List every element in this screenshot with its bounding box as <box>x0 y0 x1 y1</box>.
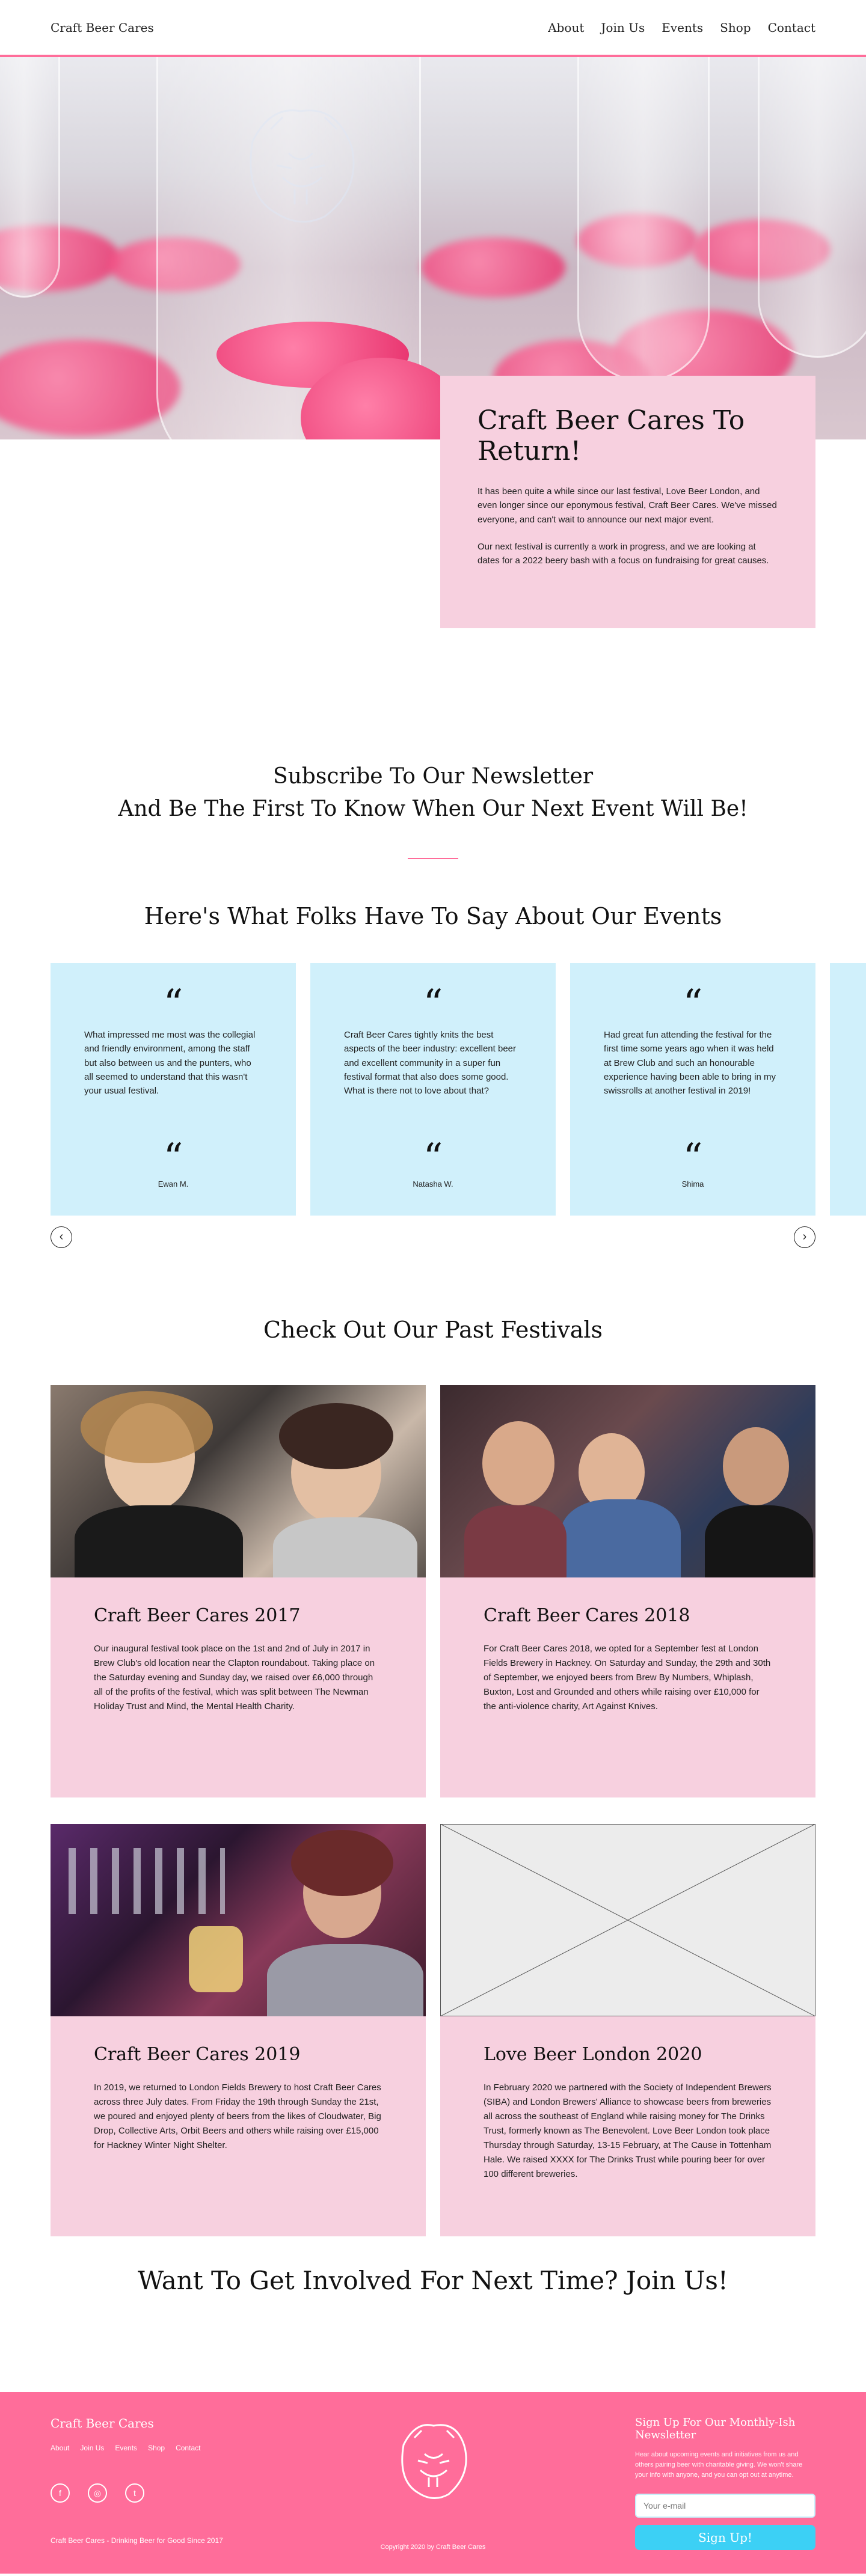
testimonial-text: Had great fun attending the festival for… <box>604 1030 776 1096</box>
testimonial-author: Natasha W. <box>413 1179 453 1189</box>
footer-newsletter-text: Hear about upcoming events and initiativ… <box>635 2451 803 2479</box>
quote-open-icon: “ <box>423 982 443 1026</box>
nav-join-us[interactable]: Join Us <box>601 20 645 35</box>
festival-title: Craft Beer Cares 2019 <box>94 2044 301 2065</box>
festival-title: Craft Beer Cares 2017 <box>94 1605 301 1626</box>
footer-nav-about[interactable]: About <box>51 2444 69 2452</box>
festival-photo <box>51 1824 426 2016</box>
quote-close-icon: “ <box>423 1136 443 1180</box>
testimonial-author: Ewan M. <box>158 1179 189 1189</box>
footer-newsletter-title: Sign Up For Our Monthly-Ish Newsletter <box>635 2416 796 2441</box>
divider <box>408 858 458 859</box>
newsletter-section: Subscribe To Our Newsletter And Be The F… <box>0 685 866 902</box>
footer-nav-events[interactable]: Events <box>115 2444 137 2452</box>
quote-open-icon: “ <box>163 982 183 1026</box>
testimonial-card: “ Craft Beer Cares tightly knits the bes… <box>310 963 556 1216</box>
nav-events[interactable]: Events <box>662 20 703 35</box>
festivals-grid: Craft Beer Cares 2017 Our inaugural fest… <box>0 1385 866 2245</box>
footer-nav-join-us[interactable]: Join Us <box>80 2444 104 2452</box>
past-festivals-heading: Check Out Our Past Festivals <box>263 1317 603 1343</box>
testimonial-card: “ What impressed me most was the collegi… <box>51 963 296 1216</box>
carousel-prev-icon[interactable]: ‹ <box>51 1226 72 1248</box>
testimonials-carousel[interactable]: “ What impressed me most was the collegi… <box>0 963 866 1216</box>
footer-newsletter: Sign Up For Our Monthly-Ish Newsletter H… <box>635 2416 815 2551</box>
footer-nav: About Join Us Events Shop Contact <box>51 2444 200 2452</box>
festival-title: Love Beer London 2020 <box>484 2044 702 2065</box>
festival-card: Craft Beer Cares 2017 Our inaugural fest… <box>51 1385 426 1797</box>
footer-nav-shop[interactable]: Shop <box>148 2444 165 2452</box>
social-links: f ◎ t <box>51 2483 144 2503</box>
footer-nav-contact[interactable]: Contact <box>176 2444 200 2452</box>
instagram-icon[interactable]: ◎ <box>88 2483 107 2503</box>
facebook-icon[interactable]: f <box>51 2483 70 2503</box>
testimonial-card-partial <box>830 963 866 1216</box>
testimonials-heading: Here's What Folks Have To Say About Our … <box>144 903 722 929</box>
testimonial-text: Craft Beer Cares tightly knits the best … <box>344 1030 516 1096</box>
festival-title: Craft Beer Cares 2018 <box>484 1605 690 1626</box>
carousel-controls: ‹ › <box>0 1216 866 1282</box>
site-logo[interactable]: Craft Beer Cares <box>51 20 154 35</box>
site-header: Craft Beer Cares About Join Us Events Sh… <box>0 0 866 57</box>
festival-photo <box>51 1385 426 1577</box>
main-nav: About Join Us Events Shop Contact <box>548 20 815 35</box>
placeholder-cross-icon <box>440 1824 815 2016</box>
testimonial-text: What impressed me most was the collegial… <box>84 1030 256 1096</box>
footer-logo[interactable]: Craft Beer Cares <box>51 2416 154 2431</box>
tiger-etching-icon <box>250 109 355 223</box>
sign-up-button[interactable]: Sign Up! <box>635 2525 815 2551</box>
festival-photo <box>440 1385 815 1577</box>
image-placeholder <box>440 1824 815 2016</box>
newsletter-heading-2: And Be The First To Know When Our Next E… <box>118 797 748 821</box>
nav-about[interactable]: About <box>548 20 584 35</box>
testimonial-author: Shima <box>681 1179 704 1189</box>
quote-close-icon: “ <box>163 1136 183 1180</box>
hero-paragraph-2: Our next festival is currently a work in… <box>478 541 769 566</box>
quote-close-icon: “ <box>683 1136 703 1180</box>
nav-shop[interactable]: Shop <box>720 20 751 35</box>
twitter-icon[interactable]: t <box>125 2483 144 2503</box>
quote-open-icon: “ <box>683 982 703 1026</box>
nav-contact[interactable]: Contact <box>768 20 815 35</box>
hero-paragraph-1: It has been quite a while since our last… <box>478 486 777 525</box>
hero-announcement-card: Craft Beer Cares To Return! It has been … <box>440 376 815 628</box>
festival-description: In February 2020 we partnered with the S… <box>484 2082 772 2179</box>
testimonial-card: “ Had great fun attending the festival f… <box>570 963 815 1216</box>
site-footer: Craft Beer Cares About Join Us Events Sh… <box>0 2392 866 2574</box>
newsletter-heading-1: Subscribe To Our Newsletter <box>272 764 594 789</box>
email-field[interactable] <box>635 2494 815 2518</box>
festival-card: Craft Beer Cares 2019 In 2019, we return… <box>51 1824 426 2236</box>
festival-description: Our inaugural festival took place on the… <box>94 1644 375 1712</box>
festival-description: For Craft Beer Cares 2018, we opted for … <box>484 1644 771 1712</box>
carousel-next-icon[interactable]: › <box>794 1226 815 1248</box>
hero-section: Craft Beer Cares To Return! It has been … <box>0 57 866 685</box>
festival-description: In 2019, we returned to London Fields Br… <box>94 2082 381 2150</box>
festival-card: Love Beer London 2020 In February 2020 w… <box>440 1824 815 2236</box>
hero-title: Craft Beer Cares To Return! <box>478 405 745 467</box>
join-us-heading: Want To Get Involved For Next Time? Join… <box>138 2266 728 2295</box>
festival-card: Craft Beer Cares 2018 For Craft Beer Car… <box>440 1385 815 1797</box>
tiger-logo-icon <box>401 2424 467 2499</box>
